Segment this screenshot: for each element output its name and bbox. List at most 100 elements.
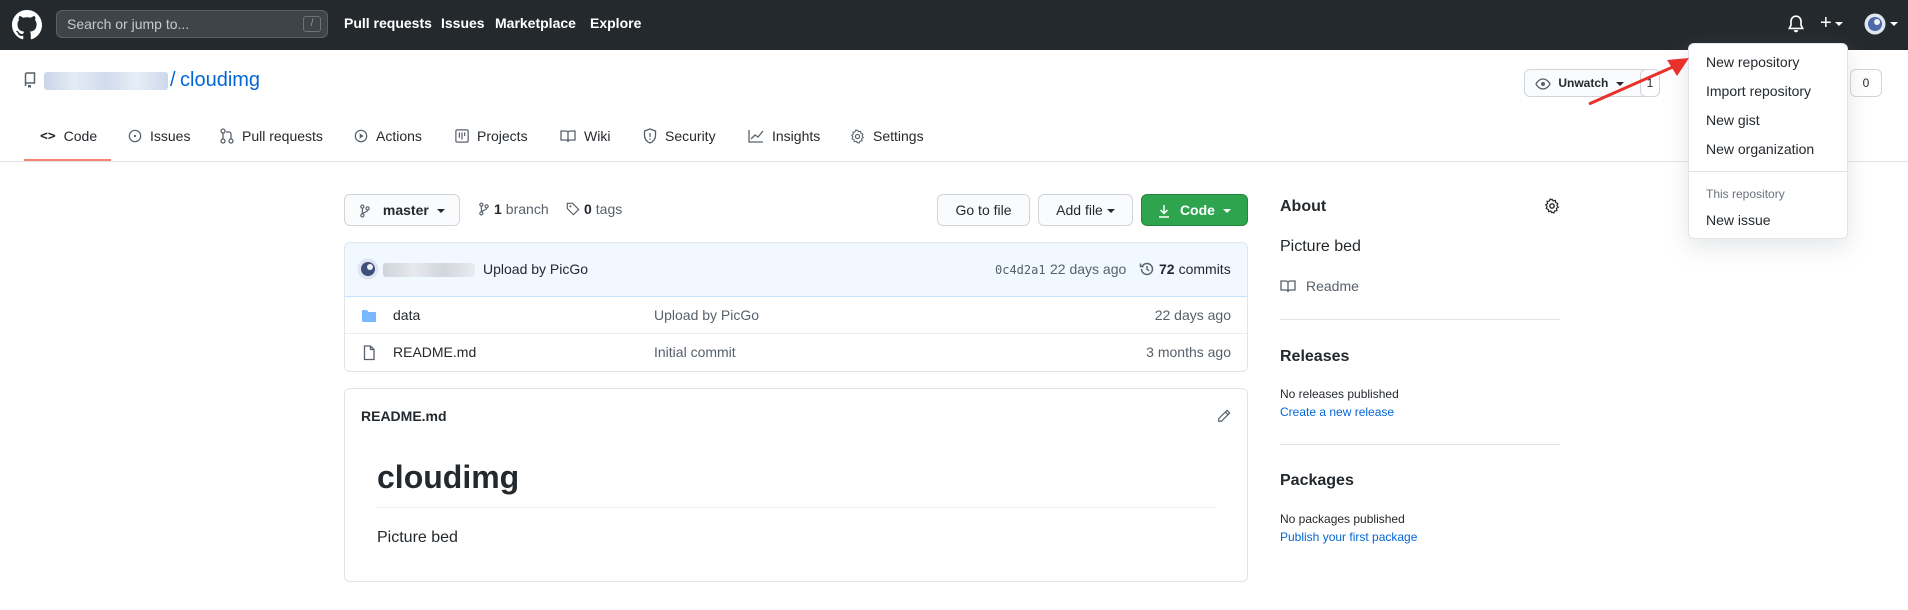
- readme-panel: README.md cloudimg Picture bed: [344, 388, 1248, 582]
- tab-code-active-underline: [24, 159, 111, 161]
- tab-code-label: Code: [63, 128, 98, 144]
- nav-marketplace[interactable]: Marketplace: [495, 15, 576, 31]
- tag-word: tags: [595, 201, 623, 217]
- fork-count[interactable]: 0: [1850, 69, 1882, 97]
- repo-name-link[interactable]: cloudimg: [180, 69, 260, 92]
- releases-empty-text: No releases published: [1280, 387, 1399, 401]
- file-commit-time: 3 months ago: [1146, 344, 1231, 360]
- play-circle-icon: [354, 129, 368, 143]
- avatar: [1864, 13, 1886, 35]
- publish-package-link[interactable]: Publish your first package: [1280, 530, 1417, 544]
- packages-empty-text: No packages published: [1280, 512, 1405, 526]
- file-list: Upload by PicGo 0c4d2a1 22 days ago 72 c…: [344, 242, 1248, 372]
- tab-insights-label: Insights: [772, 128, 821, 144]
- code-icon: <>: [40, 128, 56, 144]
- search-shortcut-badge: /: [303, 16, 321, 32]
- commit-count: 72: [1159, 261, 1175, 277]
- global-header: Search or jump to... / Pull requests Iss…: [0, 0, 1908, 50]
- readme-sidebar-link[interactable]: Readme: [1280, 278, 1359, 294]
- file-name-link[interactable]: data: [393, 307, 420, 323]
- readme-heading-rule: [377, 507, 1215, 508]
- about-description: Picture bed: [1280, 238, 1361, 255]
- tab-actions[interactable]: Actions: [354, 128, 422, 144]
- branch-count: 1: [494, 201, 502, 217]
- file-commit-time: 22 days ago: [1154, 307, 1231, 323]
- readme-heading: cloudimg: [377, 459, 520, 495]
- menu-item-new-issue[interactable]: New issue: [1706, 212, 1771, 228]
- shield-icon: [643, 128, 657, 144]
- branches-link[interactable]: 1 branch: [478, 201, 549, 217]
- user-avatar-menu[interactable]: [1864, 13, 1898, 35]
- create-release-link[interactable]: Create a new release: [1280, 405, 1394, 419]
- readme-sidebar-label: Readme: [1306, 278, 1359, 294]
- repo-owner-link-blurred[interactable]: [44, 72, 168, 90]
- about-title: About: [1280, 198, 1327, 215]
- tab-insights[interactable]: Insights: [748, 128, 820, 144]
- tab-actions-label: Actions: [376, 128, 422, 144]
- create-new-plus-icon[interactable]: +: [1820, 13, 1843, 33]
- tab-issues-label: Issues: [150, 128, 191, 144]
- tab-pull-requests-label: Pull requests: [242, 128, 323, 144]
- tab-code[interactable]: <> Code: [40, 128, 97, 144]
- branch-icon: [360, 204, 370, 218]
- book-icon: [560, 130, 576, 143]
- file-name-link[interactable]: README.md: [393, 344, 476, 360]
- create-new-dropdown: New repository Import repository New gis…: [1688, 43, 1848, 239]
- file-row: README.md Initial commit 3 months ago: [345, 334, 1247, 371]
- tab-issues[interactable]: Issues: [128, 128, 190, 144]
- tab-security[interactable]: Security: [643, 128, 716, 144]
- commits-history-link[interactable]: 72 commits: [1139, 261, 1231, 277]
- pencil-edit-icon[interactable]: [1217, 409, 1231, 423]
- menu-item-import-repository[interactable]: Import repository: [1706, 83, 1811, 99]
- tab-projects[interactable]: Projects: [455, 128, 528, 144]
- author-avatar[interactable]: [357, 258, 379, 280]
- latest-commit-bar: Upload by PicGo 0c4d2a1 22 days ago 72 c…: [345, 243, 1247, 297]
- project-board-icon: [455, 129, 469, 143]
- search-input[interactable]: Search or jump to... /: [56, 10, 328, 38]
- tab-wiki[interactable]: Wiki: [560, 128, 610, 144]
- code-button-label: Code: [1179, 202, 1215, 218]
- nav-issues[interactable]: Issues: [441, 15, 485, 31]
- tab-settings-label: Settings: [873, 128, 924, 144]
- history-icon: [1139, 262, 1154, 276]
- releases-title[interactable]: Releases: [1280, 348, 1349, 366]
- author-name-blurred[interactable]: [383, 263, 475, 277]
- go-to-file-button[interactable]: Go to file: [937, 194, 1030, 226]
- nav-explore[interactable]: Explore: [590, 15, 641, 31]
- readme-body: Picture bed: [377, 529, 458, 546]
- sidebar-divider: [1280, 319, 1560, 320]
- annotation-arrow-icon: [1588, 58, 1689, 106]
- gear-icon[interactable]: [1544, 198, 1560, 214]
- branch-select-button[interactable]: master: [344, 194, 460, 226]
- branch-name: master: [382, 202, 429, 218]
- branch-icon: [479, 202, 489, 216]
- github-logo-icon[interactable]: [12, 10, 42, 40]
- tab-settings[interactable]: Settings: [850, 128, 924, 144]
- tags-link[interactable]: 0 tags: [566, 201, 622, 217]
- tab-pull-requests[interactable]: Pull requests: [220, 128, 323, 144]
- download-icon: [1159, 205, 1170, 219]
- commit-message[interactable]: Upload by PicGo: [483, 261, 588, 277]
- folder-icon: [362, 310, 376, 322]
- eye-icon: [1535, 78, 1551, 90]
- tab-security-label: Security: [665, 128, 716, 144]
- file-commit-message[interactable]: Upload by PicGo: [654, 307, 759, 323]
- file-row: data Upload by PicGo 22 days ago: [345, 297, 1247, 334]
- file-icon: [363, 345, 375, 361]
- branch-word: branch: [505, 201, 549, 217]
- nav-pull-requests[interactable]: Pull requests: [344, 15, 432, 31]
- packages-title[interactable]: Packages: [1280, 472, 1354, 490]
- code-download-button[interactable]: Code: [1141, 194, 1248, 226]
- bell-icon[interactable]: [1787, 14, 1805, 34]
- commit-count-word: commits: [1178, 261, 1231, 277]
- menu-item-new-organization[interactable]: New organization: [1706, 141, 1814, 157]
- file-commit-message[interactable]: Initial commit: [654, 344, 736, 360]
- repo-path-separator: /: [170, 69, 176, 91]
- menu-item-new-repository[interactable]: New repository: [1706, 54, 1799, 70]
- add-file-button[interactable]: Add file: [1038, 194, 1133, 226]
- menu-divider: [1689, 171, 1847, 172]
- commit-hash[interactable]: 0c4d2a1: [995, 263, 1046, 277]
- search-placeholder: Search or jump to...: [67, 16, 190, 32]
- menu-item-new-gist[interactable]: New gist: [1706, 112, 1760, 128]
- pull-request-icon: [220, 128, 234, 144]
